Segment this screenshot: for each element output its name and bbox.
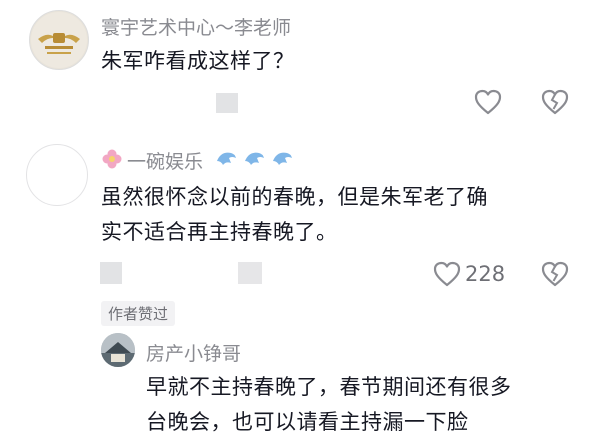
comment-text-line: 实不适合再主持春晚了。 [101, 220, 338, 244]
blurred-region [238, 262, 262, 284]
author-liked-badge: 作者赞过 [101, 301, 176, 326]
comment-author[interactable]: 寰宇艺术中心～李老师 [101, 13, 291, 40]
dolphin-icon [243, 149, 265, 169]
blurred-region [216, 93, 238, 113]
reply-avatar[interactable] [101, 333, 135, 367]
gold-wings-logo-icon [31, 12, 87, 68]
comment-author[interactable]: 一碗娱乐 [127, 147, 203, 174]
reply-text-line: 早就不主持春晚了，春节期间还有很多 [146, 375, 512, 399]
comment-text: 朱军咋看成这样了？ [101, 49, 295, 73]
pink-flower-icon [101, 148, 123, 170]
like-count: 228 [465, 262, 506, 286]
avatar[interactable] [29, 10, 89, 70]
building-avatar-icon [101, 333, 135, 367]
dolphin-icon [215, 149, 237, 169]
dislike-broken-heart-icon[interactable] [541, 261, 569, 287]
comment-text-line: 虽然很怀念以前的春晚，但是朱军老了确 [101, 185, 488, 209]
reply-text-line: 台晚会，也可以请看主持漏一下脸 [146, 410, 469, 434]
blurred-region [100, 262, 122, 284]
reply-author[interactable]: 房产小铮哥 [146, 339, 241, 366]
dolphin-icon [271, 149, 293, 169]
dislike-broken-heart-icon[interactable] [541, 89, 569, 115]
avatar[interactable] [26, 144, 88, 206]
like-heart-icon[interactable] [433, 261, 461, 287]
like-heart-icon[interactable] [474, 89, 502, 115]
